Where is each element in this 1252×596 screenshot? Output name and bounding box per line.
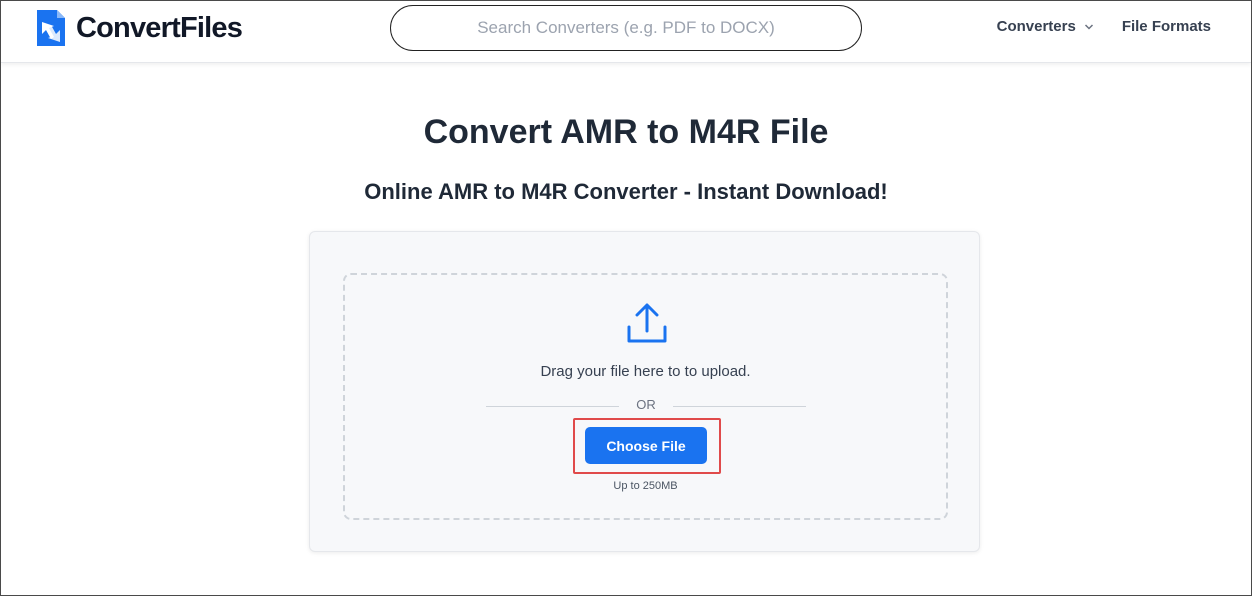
nav-converters[interactable]: Converters <box>997 18 1094 35</box>
app-window: ConvertFiles Converters File Formats Con… <box>0 0 1252 596</box>
file-dropzone[interactable]: Drag your file here to to upload. OR Cho… <box>343 273 948 520</box>
nav-file-formats[interactable]: File Formats <box>1122 18 1211 35</box>
page-title: Convert AMR to M4R File <box>423 113 829 151</box>
or-divider: OR <box>486 397 806 417</box>
logo[interactable]: ConvertFiles <box>35 7 243 49</box>
search-input[interactable] <box>390 5 862 51</box>
nav-converters-label: Converters <box>996 18 1076 35</box>
chevron-down-icon <box>1084 23 1093 30</box>
choose-file-button[interactable]: Choose File <box>585 427 707 464</box>
file-size-limit: Up to 250MB <box>613 480 678 492</box>
divider-line-right <box>673 406 806 407</box>
drag-instruction: Drag your file here to to upload. <box>540 363 751 380</box>
or-label: OR <box>636 397 656 412</box>
main-nav: Converters File Formats <box>997 18 1211 35</box>
upload-card: Drag your file here to to upload. OR Cho… <box>309 231 980 552</box>
top-header: ConvertFiles Converters File Formats <box>1 1 1251 63</box>
nav-file-formats-label: File Formats <box>1121 18 1211 35</box>
upload-icon <box>627 303 667 343</box>
logo-text: ConvertFiles <box>76 11 243 44</box>
page-subtitle: Online AMR to M4R Converter - Instant Do… <box>364 179 888 204</box>
convertfiles-logo-icon <box>37 10 65 46</box>
